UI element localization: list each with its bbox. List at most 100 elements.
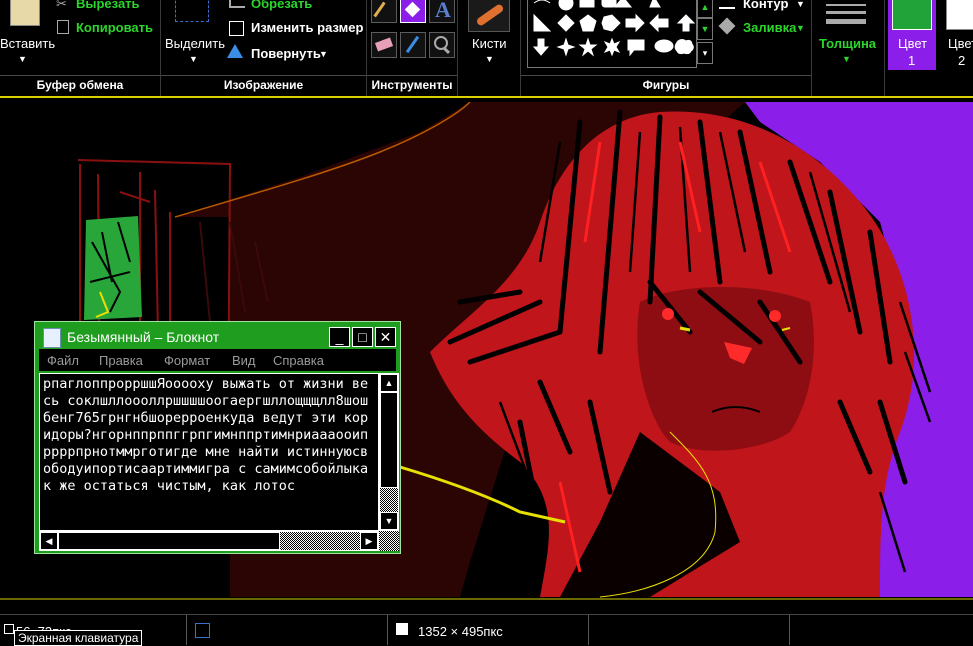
brushes-button[interactable]: Кисти (472, 36, 507, 51)
canvas-size-icon (396, 623, 408, 635)
outline-button[interactable]: Контур (743, 0, 788, 11)
arrow-shape-icon (649, 0, 661, 8)
copy-icon (57, 20, 69, 34)
status-selection-segment (187, 615, 388, 645)
menu-format[interactable]: Формат (164, 353, 210, 368)
color2-number: 2 (958, 53, 966, 68)
fill-bucket-icon (718, 17, 736, 35)
brushes-group: Кисти ▼ (458, 0, 521, 96)
pencil-tool-icon[interactable] (371, 0, 397, 23)
notepad-window[interactable]: Безымянный – Блокнот _ □ ✕ Файл Правка Ф… (34, 321, 401, 554)
vertical-scroll-track[interactable] (380, 488, 398, 512)
rotate-icon (227, 44, 243, 58)
select-icon[interactable] (175, 0, 209, 22)
color2-swatch (946, 0, 973, 30)
notepad-content: рпаглоппрорршшЯооооху выжать от жизни ве… (43, 376, 369, 494)
paste-dropdown-icon[interactable]: ▼ (18, 54, 27, 64)
color1-button[interactable]: Цвет 1 (888, 0, 936, 70)
size-button[interactable]: Толщина (819, 36, 876, 51)
vertical-scrollbar[interactable]: ▲ ▼ (379, 373, 399, 531)
status-bar: 56, 73пкс 1352 × 495пкс (0, 614, 973, 645)
outline-dropdown-icon[interactable]: ▼ (796, 0, 805, 9)
down-arrow-shape-icon (532, 38, 550, 56)
horizontal-scrollbar[interactable]: ◀ ▶ (39, 531, 379, 551)
magnifier-icon[interactable] (429, 32, 455, 58)
scroll-right-button[interactable]: ▶ (360, 532, 378, 550)
shapes-gallery-expand[interactable]: ▾ (697, 42, 713, 64)
cloud-callout-shape-icon (674, 39, 694, 55)
four-point-star-shape-icon (556, 37, 576, 57)
scroll-up-button[interactable]: ▲ (380, 374, 398, 392)
shapes-scroll-down[interactable]: ▼ (697, 18, 713, 40)
color-picker-icon[interactable] (400, 32, 426, 58)
size-grip[interactable] (379, 531, 399, 551)
triangle-top-shape-icon (613, 0, 633, 8)
scroll-down-button[interactable]: ▼ (380, 512, 398, 530)
scroll-left-button[interactable]: ◀ (40, 532, 58, 550)
shapes-gallery (527, 0, 697, 68)
image-group-label: Изображение (161, 75, 366, 92)
paste-button[interactable]: Вставить (0, 36, 55, 51)
fill-tool-icon[interactable] (400, 0, 426, 23)
notepad-icon (43, 328, 61, 348)
hexagon-shape-icon (601, 14, 621, 32)
brush-icon[interactable] (468, 0, 510, 32)
right-arrow-shape-icon (625, 13, 645, 33)
drawing-canvas[interactable]: Безымянный – Блокнот _ □ ✕ Файл Правка Ф… (0, 102, 973, 614)
scissors-icon: ✂ (56, 0, 67, 11)
rect-shape-icon (579, 0, 595, 8)
cut-button[interactable]: Вырезать (76, 0, 140, 11)
notepad-title: Безымянный – Блокнот (67, 329, 220, 345)
rotate-dropdown-icon[interactable]: ▼ (319, 49, 328, 59)
selection-size-icon (195, 623, 210, 638)
select-button[interactable]: Выделить (165, 36, 225, 51)
eraser-tool-icon[interactable] (371, 32, 397, 58)
text-tool-icon[interactable]: A (429, 0, 455, 23)
ribbon: Вставить ▼ ✂ Вырезать Копировать Буфер о… (0, 0, 973, 96)
shapes-group-label: Фигуры (521, 75, 811, 92)
five-point-star-shape-icon (578, 37, 598, 57)
notepad-menubar: Файл Правка Формат Вид Справка (39, 349, 396, 371)
curve-shape-icon (533, 0, 551, 4)
fill-dropdown-icon[interactable]: ▼ (796, 23, 805, 33)
fill-button[interactable]: Заливка (743, 20, 796, 35)
size-group: Толщина ▼ (812, 0, 885, 96)
maximize-button[interactable]: □ (352, 327, 373, 347)
up-arrow-shape-icon (676, 14, 696, 32)
crop-button[interactable]: Обрезать (251, 0, 312, 11)
horizontal-scroll-thumb[interactable] (58, 532, 280, 550)
copy-button[interactable]: Копировать (76, 20, 153, 35)
line-thickness-icon[interactable] (826, 0, 866, 28)
menu-file[interactable]: Файл (47, 353, 79, 368)
color1-number: 1 (908, 53, 916, 68)
canvas-size: 1352 × 495пкс (418, 624, 503, 639)
notepad-titlebar[interactable]: Безымянный – Блокнот _ □ ✕ (39, 326, 396, 348)
horizontal-scroll-track[interactable] (280, 532, 360, 550)
vertical-scroll-thumb[interactable] (380, 392, 398, 488)
oval-callout-shape-icon (654, 39, 674, 53)
clipboard-group-label: Буфер обмена (0, 75, 160, 92)
close-button[interactable]: ✕ (375, 327, 396, 347)
size-dropdown-icon[interactable]: ▼ (842, 54, 851, 64)
rounded-rect-shape-icon (601, 0, 617, 8)
color2-label: Цвет (948, 36, 973, 51)
tools-group: A Инструменты (367, 0, 458, 96)
status-canvas-segment: 1352 × 495пкс (388, 615, 589, 645)
menu-view[interactable]: Вид (232, 353, 256, 368)
left-arrow-shape-icon (649, 13, 669, 33)
menu-edit[interactable]: Правка (99, 353, 143, 368)
cursor-position-icon (4, 624, 14, 634)
minimize-button[interactable]: _ (329, 327, 350, 347)
paste-icon[interactable] (10, 0, 40, 26)
select-dropdown-icon[interactable]: ▼ (189, 54, 198, 64)
notepad-text-area[interactable]: рпаглоппрорршшЯооооху выжать от жизни ве… (39, 373, 379, 531)
color2-button[interactable]: Цвет 2 (940, 0, 973, 70)
clipboard-group: Вставить ▼ ✂ Вырезать Копировать Буфер о… (0, 0, 161, 96)
shapes-scroll-up[interactable]: ▲ (697, 0, 713, 18)
rotate-button[interactable]: Повернуть (251, 46, 321, 61)
pentagon-shape-icon (579, 14, 597, 32)
menu-help[interactable]: Справка (273, 353, 324, 368)
brushes-dropdown-icon[interactable]: ▼ (485, 54, 494, 64)
resize-button[interactable]: Изменить размер (251, 20, 363, 35)
diamond-shape-icon (557, 14, 575, 32)
